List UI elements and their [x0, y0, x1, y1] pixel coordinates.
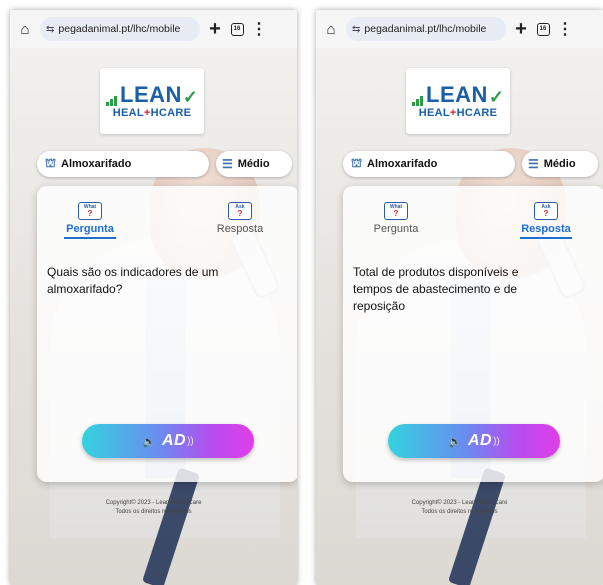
- sound-waves-icon: )): [187, 435, 194, 447]
- logo-check-icon: ✓: [182, 86, 198, 107]
- what-question-icon: What ?: [78, 202, 102, 220]
- level-label: Médio: [543, 158, 576, 170]
- url-text: pegadanimal.pt/lhc/mobile: [364, 23, 487, 35]
- copyright-line-2: Todos os direitos reservados: [421, 509, 498, 515]
- home-icon[interactable]: ⌂: [320, 18, 342, 40]
- tab-resposta-label: Resposta: [216, 223, 264, 235]
- tab-resposta[interactable]: Ask ? Resposta: [501, 202, 591, 239]
- logo-check-icon: ✓: [488, 86, 504, 107]
- audio-description-label: AD: [467, 432, 493, 449]
- tab-resposta[interactable]: Ask ? Resposta: [195, 202, 285, 235]
- phone-screen-question: ⌂ ⇆ pegadanimal.pt/lhc/mobile + 16 ⋮ LEA…: [10, 10, 297, 585]
- audio-description-button[interactable]: 🔈 AD )): [388, 424, 560, 458]
- category-label: Almoxarifado: [61, 158, 132, 170]
- browser-toolbar: ⌂ ⇆ pegadanimal.pt/lhc/mobile + 16 ⋮: [10, 10, 297, 48]
- app-logo: LEAN ✓ HEAL+HCARE: [406, 68, 510, 134]
- speaker-icon: 🔈: [448, 435, 462, 448]
- logo-heal-text: HEAL: [112, 106, 144, 119]
- badge-mark: ?: [87, 208, 93, 218]
- category-label: Almoxarifado: [367, 158, 438, 170]
- badge-mark: ?: [543, 208, 549, 218]
- audio-description-label: AD: [161, 432, 187, 449]
- sliders-icon: ☰: [528, 157, 539, 171]
- phone-screen-answer: ⌂ ⇆ pegadanimal.pt/lhc/mobile + 16 ⋮ LEA…: [316, 10, 603, 585]
- flashcard: What ? Pergunta Ask ? Resposta Total de …: [343, 186, 603, 482]
- tab-pergunta-label: Pergunta: [373, 223, 419, 235]
- site-settings-icon[interactable]: ⇆: [46, 24, 54, 35]
- ask-answer-icon: Ask ?: [228, 202, 252, 220]
- badge-mark: ?: [237, 208, 243, 218]
- level-label: Médio: [237, 158, 270, 170]
- logo-bars-icon: [412, 95, 424, 106]
- copyright-line-1: Copyright© 2023 - Lean HealthCare: [105, 500, 202, 506]
- menu-icon[interactable]: ⋮: [554, 18, 576, 40]
- new-tab-icon[interactable]: +: [204, 18, 226, 40]
- site-settings-icon[interactable]: ⇆: [352, 24, 360, 35]
- menu-icon[interactable]: ⋮: [248, 18, 270, 40]
- logo-cross: +: [449, 106, 457, 119]
- badge-mark: ?: [393, 208, 399, 218]
- browser-toolbar: ⌂ ⇆ pegadanimal.pt/lhc/mobile + 16 ⋮: [316, 10, 603, 48]
- tab-pergunta-label: Pergunta: [66, 223, 114, 235]
- what-question-icon: What ?: [384, 202, 408, 220]
- logo-lean-text: LEAN: [120, 81, 182, 107]
- logo-lean-text: LEAN: [426, 81, 488, 107]
- ask-answer-icon: Ask ?: [534, 202, 558, 220]
- tab-count: 16: [230, 22, 244, 36]
- logo-hcare-text: HCARE: [456, 106, 498, 119]
- copyright-footer: Copyright© 2023 - Lean HealthCare Todos …: [316, 499, 603, 517]
- warehouse-icon: ⛫: [351, 156, 363, 170]
- question-text: Quais são os indicadores de um almoxarif…: [47, 265, 219, 296]
- copyright-footer: Copyright© 2023 - Lean HealthCare Todos …: [10, 499, 297, 517]
- tab-resposta-label: Resposta: [521, 223, 571, 235]
- active-tab-indicator: [520, 237, 572, 239]
- sound-waves-icon: )): [493, 435, 500, 447]
- category-button[interactable]: ⛫ Almoxarifado: [343, 151, 515, 177]
- home-icon[interactable]: ⌂: [14, 18, 36, 40]
- tab-pergunta[interactable]: What ? Pergunta: [351, 202, 441, 235]
- app-logo: LEAN ✓ HEAL+HCARE: [100, 68, 204, 134]
- sliders-icon: ☰: [222, 157, 233, 171]
- address-bar[interactable]: ⇆ pegadanimal.pt/lhc/mobile: [346, 17, 506, 41]
- level-button[interactable]: ☰ Médio: [216, 151, 292, 177]
- flashcard: What ? Pergunta Ask ? Resposta Quais são…: [37, 186, 297, 482]
- speaker-icon: 🔈: [142, 435, 156, 448]
- answer-text: Total de produtos disponíveis e tempos d…: [353, 265, 519, 313]
- logo-cross: +: [143, 106, 151, 119]
- logo-bars-icon: [106, 95, 118, 106]
- address-bar[interactable]: ⇆ pegadanimal.pt/lhc/mobile: [40, 17, 200, 41]
- active-tab-indicator: [64, 237, 116, 239]
- logo-hcare-text: HCARE: [150, 106, 192, 119]
- copyright-line-1: Copyright© 2023 - Lean HealthCare: [411, 500, 508, 506]
- tab-count: 16: [536, 22, 550, 36]
- tab-switcher-button[interactable]: 16: [532, 18, 554, 40]
- url-text: pegadanimal.pt/lhc/mobile: [58, 23, 181, 35]
- tab-switcher-button[interactable]: 16: [226, 18, 248, 40]
- logo-heal-text: HEAL: [418, 106, 450, 119]
- new-tab-icon[interactable]: +: [510, 18, 532, 40]
- level-button[interactable]: ☰ Médio: [522, 151, 598, 177]
- tab-pergunta[interactable]: What ? Pergunta: [45, 202, 135, 239]
- audio-description-button[interactable]: 🔈 AD )): [82, 424, 254, 458]
- category-button[interactable]: ⛫ Almoxarifado: [37, 151, 209, 177]
- warehouse-icon: ⛫: [45, 156, 57, 170]
- copyright-line-2: Todos os direitos reservados: [115, 509, 192, 515]
